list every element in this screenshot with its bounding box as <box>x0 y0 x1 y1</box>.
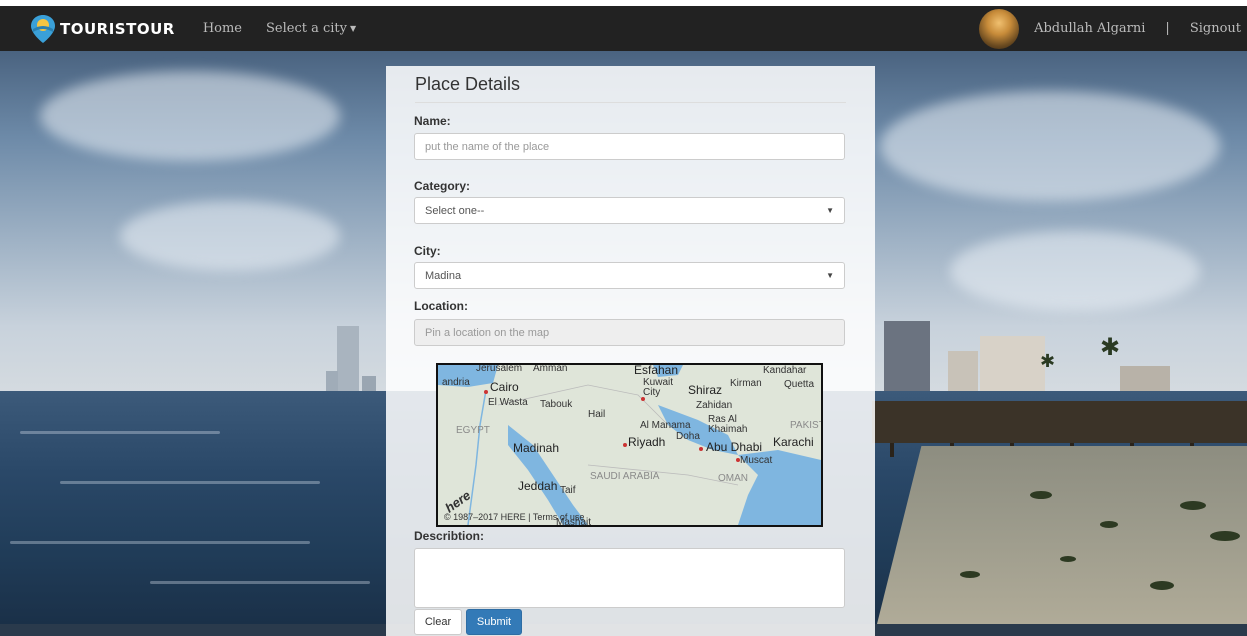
map-label: Zahidan <box>696 400 733 411</box>
city-select-value: Madina <box>425 269 462 282</box>
map-label: Kirman <box>730 378 762 389</box>
cloud <box>880 91 1220 201</box>
map-label: andria <box>442 377 470 388</box>
rock <box>1100 521 1118 528</box>
select-city-dropdown[interactable]: Select a city ▼ <box>266 21 356 36</box>
wave <box>20 431 220 434</box>
shore <box>877 446 1247 624</box>
map-label: Cairo <box>490 380 519 394</box>
user-menu: Abdullah Algarni | Signout <box>979 6 1241 51</box>
map-country-label: PAKIST <box>790 420 823 431</box>
pier-post <box>890 443 894 457</box>
chevron-down-icon: ▼ <box>826 271 834 280</box>
map-label: Shiraz <box>688 383 723 397</box>
map-label: Doha <box>676 431 700 442</box>
brand-name: TOURISTOUR <box>60 19 175 38</box>
map-label: Quetta <box>784 379 815 390</box>
rock <box>1150 581 1174 590</box>
wave <box>150 581 370 584</box>
map-label: Ras Al Khaimah <box>708 414 748 435</box>
pier <box>872 401 1247 443</box>
chevron-down-icon: ▼ <box>826 206 834 215</box>
name-input[interactable]: put the name of the place <box>414 133 845 160</box>
map-label: Jerusalem <box>476 363 523 374</box>
page-title: Place Details <box>415 74 846 103</box>
map-label: Riyadh <box>628 435 666 449</box>
rock <box>1210 531 1240 541</box>
map-label: Jeddah <box>518 479 558 493</box>
avatar[interactable] <box>979 8 1020 49</box>
location-input[interactable]: Pin a location on the map <box>414 319 845 346</box>
building <box>884 321 930 401</box>
rock <box>1180 501 1206 510</box>
select-city-label: Select a city <box>266 21 347 36</box>
city-select[interactable]: Madina ▼ <box>414 262 845 289</box>
navbar: TOURISTOUR Home Select a city ▼ Abdullah … <box>0 6 1247 51</box>
map-label: Hail <box>588 409 606 420</box>
city-label: City: <box>414 244 441 258</box>
map-label: Al Manama <box>640 420 691 431</box>
rock <box>1060 556 1076 562</box>
category-label: Category: <box>414 179 471 193</box>
submit-button[interactable]: Submit <box>466 609 522 635</box>
map-label: Karachi <box>773 435 814 449</box>
brand-logo[interactable]: TOURISTOUR <box>30 14 175 44</box>
rock <box>960 571 980 578</box>
clear-button[interactable]: Clear <box>414 609 462 635</box>
location-map[interactable]: Jerusalem Amman Esfahan Kandahar andria … <box>436 363 823 527</box>
cloud <box>950 231 1200 311</box>
description-label: Describtion: <box>414 529 485 543</box>
map-label: El Wasta <box>488 397 528 408</box>
category-select[interactable]: Select one-- ▼ <box>414 197 845 224</box>
name-label: Name: <box>414 114 451 128</box>
map-country-label: EGYPT <box>456 425 490 436</box>
wave <box>60 481 320 484</box>
map-label: Esfahan <box>634 363 679 377</box>
map-label: Kandahar <box>763 365 807 376</box>
wave <box>10 541 310 544</box>
map-label: Muscat <box>740 455 773 466</box>
location-label: Location: <box>414 299 468 313</box>
map-label: Madinah <box>513 441 560 455</box>
map-label: Amman <box>533 363 568 374</box>
rock <box>1030 491 1052 499</box>
signout-link[interactable]: Signout <box>1190 21 1241 36</box>
map-copyright[interactable]: © 1987–2017 HERE | Terms of use <box>444 512 584 522</box>
map-pin-sun-icon <box>30 14 56 44</box>
cloud <box>120 201 340 271</box>
map-label: Tabouk <box>540 399 573 410</box>
palm-tree-icon: ✱ <box>1040 351 1056 371</box>
nav-home-link[interactable]: Home <box>203 21 242 36</box>
category-select-value: Select one-- <box>425 204 485 217</box>
building <box>337 326 359 396</box>
map-country-label: OMAN <box>718 473 748 484</box>
place-details-panel: Place Details Name: put the name of the … <box>386 66 875 636</box>
map-label: Abu Dhabi <box>706 440 763 454</box>
palm-tree-icon: ✱ <box>1100 334 1121 361</box>
map-label: Taif <box>560 485 576 496</box>
cloud <box>40 71 340 161</box>
description-textarea[interactable] <box>414 548 845 608</box>
user-name[interactable]: Abdullah Algarni <box>1034 21 1145 36</box>
caret-down-icon: ▼ <box>349 24 357 33</box>
nav-separator: | <box>1165 21 1170 36</box>
map-country-label: SAUDI ARABIA <box>590 471 660 482</box>
map-label: Kuwait City <box>643 377 674 398</box>
